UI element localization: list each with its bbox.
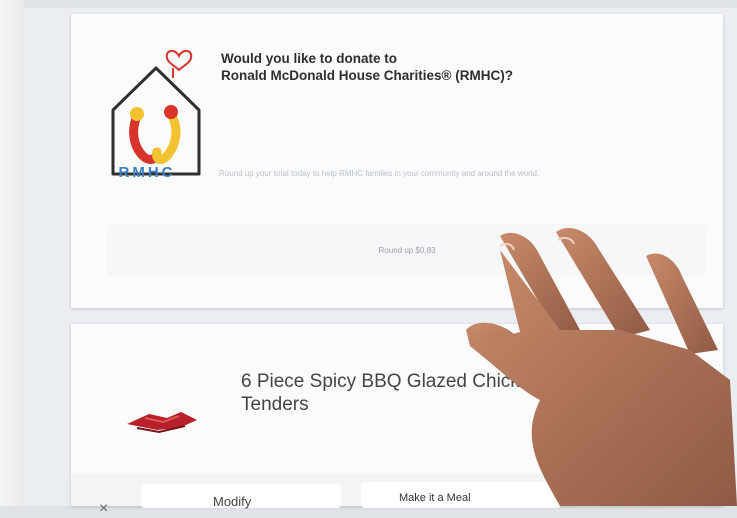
rmhc-logo-text: RMHC — [118, 164, 176, 181]
menu-item-card: 6 Piece Spicy BBQ Glazed Chicken Tenders… — [71, 324, 723, 517]
donation-question: Would you like to donate to Ronald McDon… — [221, 50, 661, 84]
kiosk-screen: RMHC Would you like to donate to Ronald … — [24, 8, 737, 517]
donation-question-line1: Would you like to donate to — [221, 51, 397, 66]
round-up-button-label: Round up $0.83 — [378, 245, 436, 255]
item-name: 6 Piece Spicy BBQ Glazed Chicken Tenders — [241, 370, 541, 416]
modify-button[interactable]: Modify — [141, 484, 341, 509]
remove-item-icon[interactable]: × — [99, 500, 108, 518]
donation-description: Round up your total today to help RMHC f… — [219, 169, 540, 178]
kiosk-bezel — [0, 0, 24, 506]
item-name-line2: Tenders — [241, 394, 309, 415]
donation-question-line2: Ronald McDonald House Charities® (RMHC)? — [221, 68, 513, 83]
round-up-button[interactable]: Round up $0.83 — [107, 224, 707, 276]
modify-button-label: Modify — [213, 494, 252, 509]
donation-card: RMHC Would you like to donate to Ronald … — [71, 14, 723, 308]
chicken-tenders-image — [119, 400, 209, 440]
make-it-a-meal-label: Make it a Meal — [399, 492, 471, 504]
item-name-line1: 6 Piece Spicy BBQ Glazed Chicken — [241, 371, 541, 392]
make-it-a-meal-button[interactable]: Make it a Meal — [361, 482, 561, 508]
